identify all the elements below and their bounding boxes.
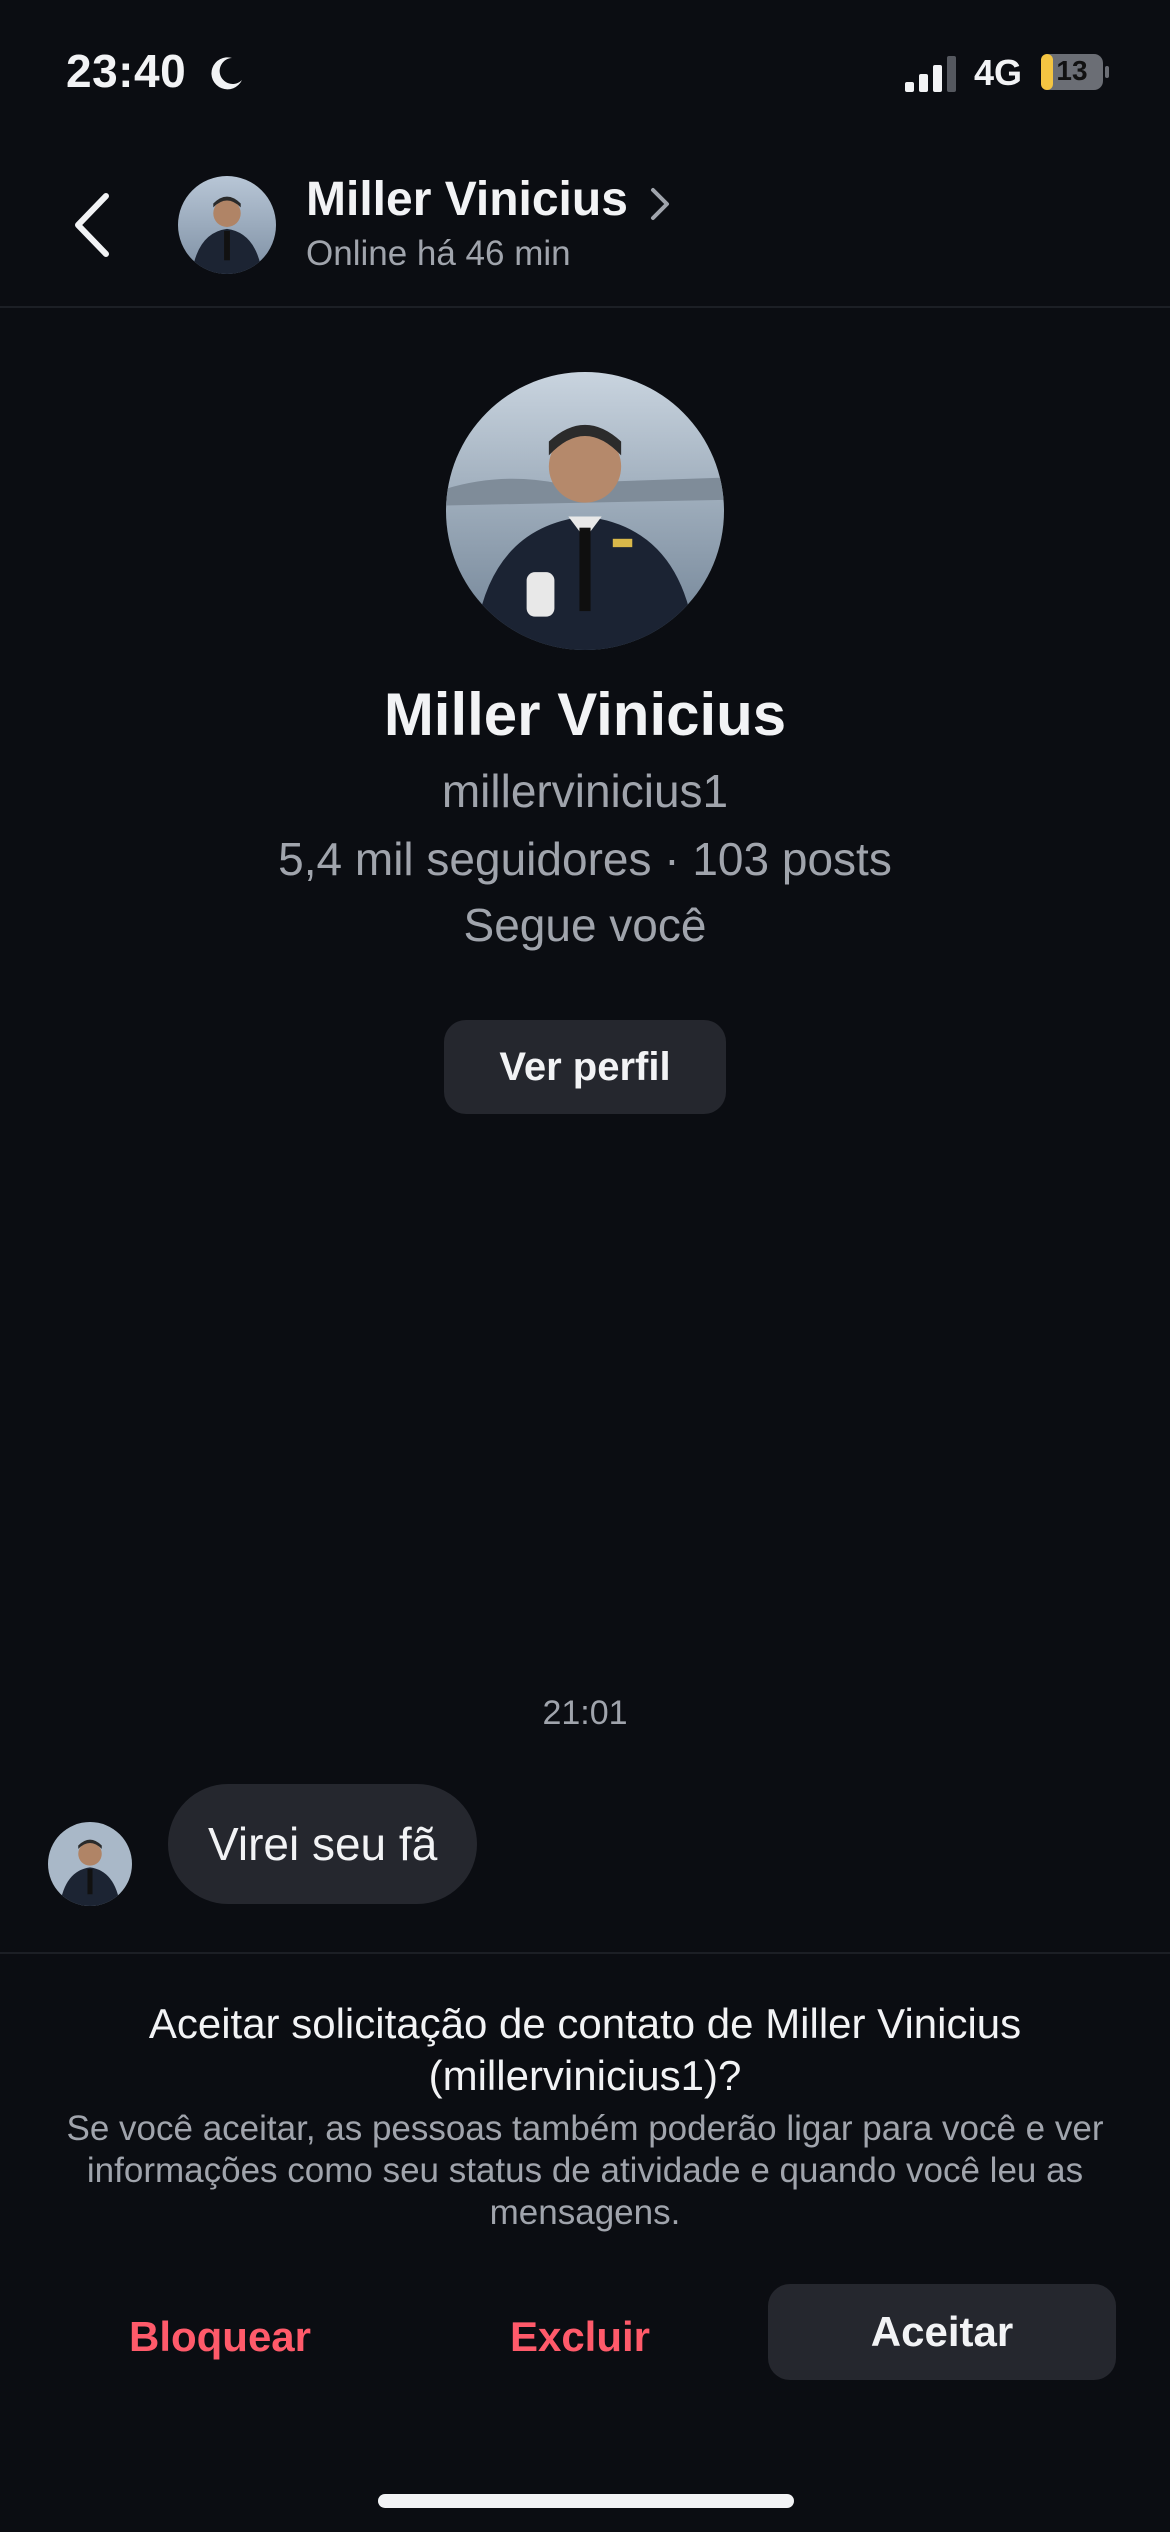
message-avatar[interactable] bbox=[48, 1822, 132, 1906]
header-name[interactable]: Miller Vinicius bbox=[306, 172, 628, 227]
request-description: Se você aceitar, as pessoas também poder… bbox=[66, 2109, 1104, 2232]
request-divider bbox=[0, 1952, 1170, 1954]
header-status: Online há 46 min bbox=[306, 234, 571, 273]
delete-button[interactable]: Excluir bbox=[420, 2290, 740, 2384]
block-button[interactable]: Bloquear bbox=[60, 2290, 380, 2384]
home-indicator[interactable] bbox=[378, 2494, 794, 2508]
battery-icon: 13 bbox=[1040, 52, 1110, 92]
network-label: 4G bbox=[974, 52, 1023, 93]
request-title-line2: (millervinicius1)? bbox=[428, 2052, 742, 2099]
message-timestamp: 21:01 bbox=[542, 1694, 628, 1732]
request-title: Aceitar solicitação de contato de Miller… bbox=[0, 1998, 1170, 2102]
profile-name: Miller Vinicius bbox=[383, 681, 787, 748]
profile-avatar[interactable] bbox=[446, 372, 724, 650]
message-bubble[interactable]: Virei seu fã bbox=[168, 1784, 478, 1904]
request-title-line1: Aceitar solicitação de contato de Miller… bbox=[148, 2000, 1022, 2047]
moon-icon bbox=[211, 57, 242, 90]
signal-icon bbox=[905, 56, 956, 92]
profile-username: millervinicius1 bbox=[441, 765, 729, 817]
follow-status: Segue você bbox=[463, 899, 707, 951]
view-profile-button[interactable]: Ver perfil bbox=[444, 1020, 726, 1114]
status-time: 23:40 bbox=[66, 45, 187, 97]
header-divider bbox=[0, 306, 1170, 308]
profile-stats: 5,4 mil seguidores · 103 posts bbox=[278, 833, 892, 885]
accept-button[interactable]: Aceitar bbox=[768, 2284, 1116, 2380]
back-chevron-icon[interactable] bbox=[68, 190, 118, 260]
chevron-right-icon[interactable] bbox=[648, 186, 672, 222]
header-avatar[interactable] bbox=[178, 176, 276, 274]
battery-level: 13 bbox=[1056, 55, 1088, 86]
